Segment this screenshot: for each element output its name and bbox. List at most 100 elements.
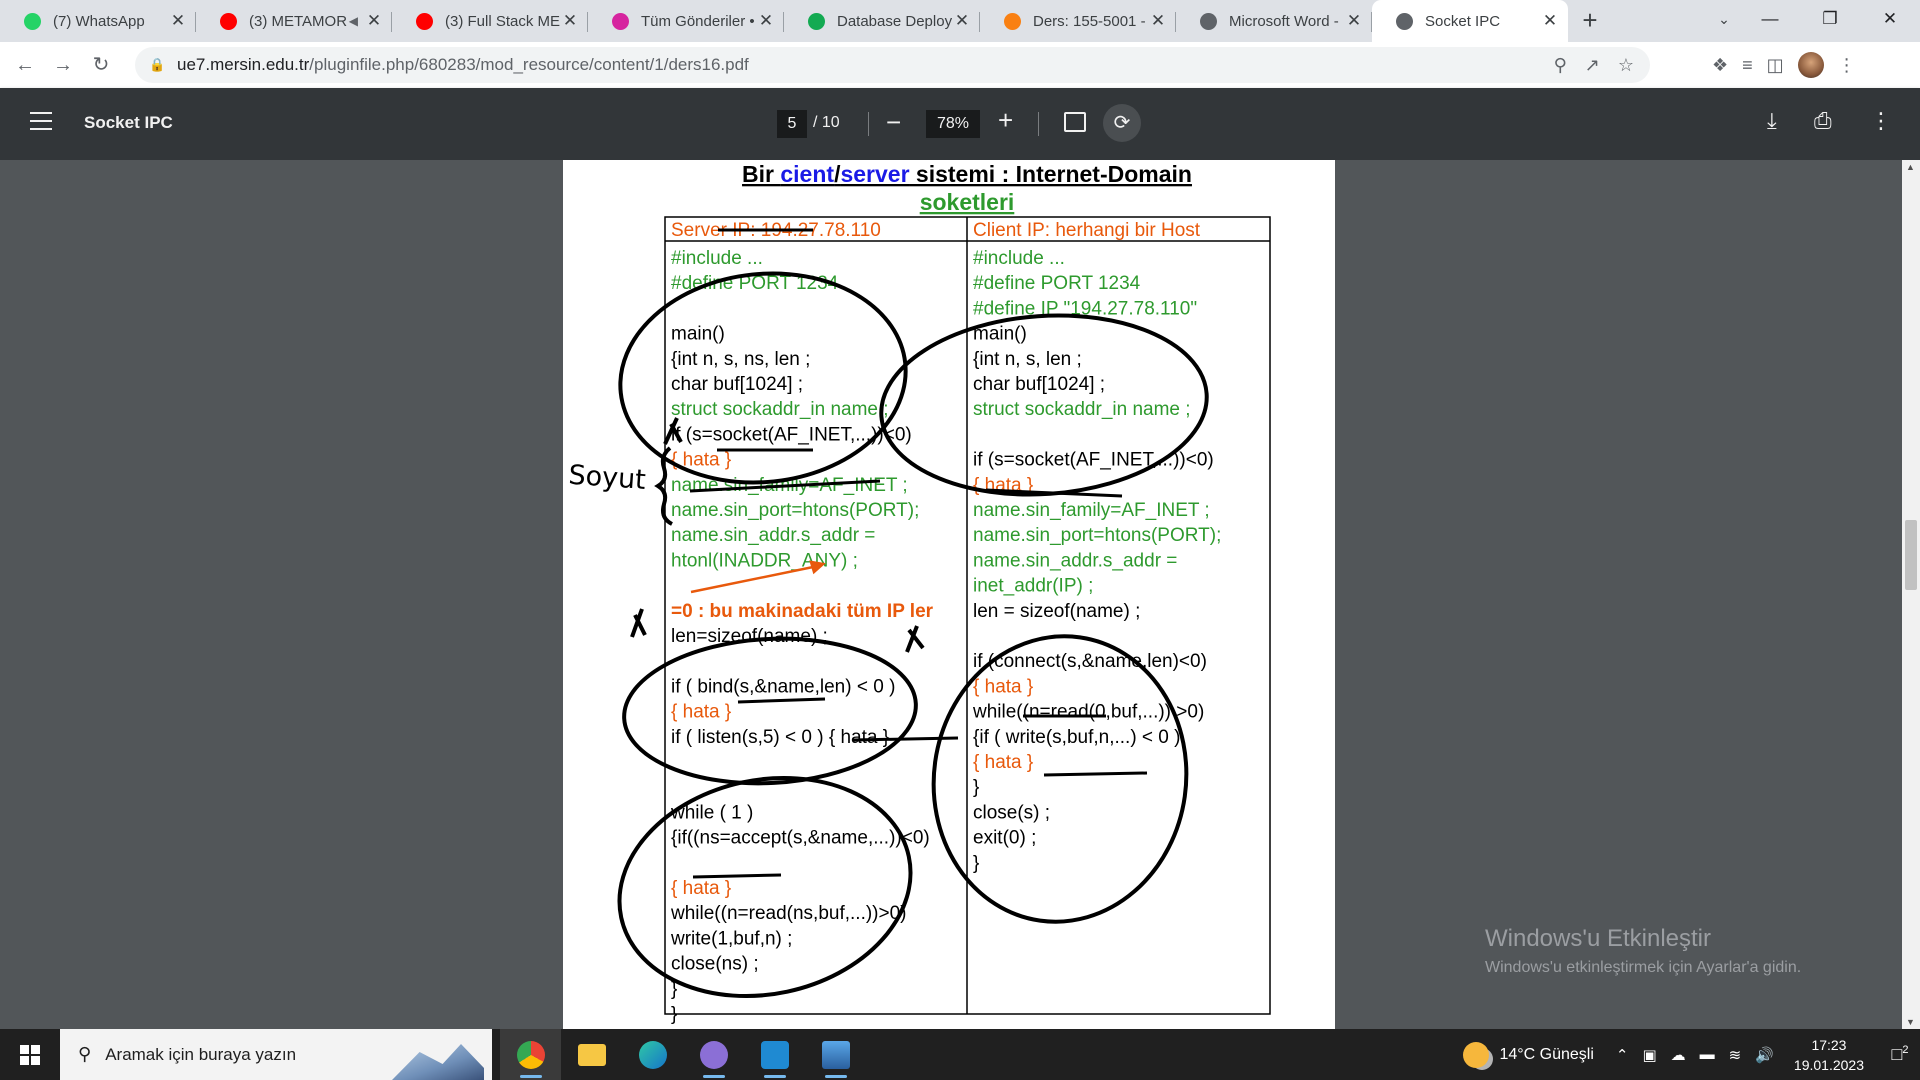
code-line: #include ... — [973, 248, 1065, 269]
chrome-menu-icon[interactable]: ⋮ — [1838, 55, 1856, 76]
meet-icon[interactable]: ▣ — [1642, 1046, 1656, 1064]
wifi-icon[interactable]: ≋ — [1729, 1046, 1742, 1064]
code-line: struct sockaddr_in name ; — [671, 399, 889, 420]
browser-tab[interactable]: Tüm Gönderiler • ✕ — [588, 0, 784, 42]
vscode-app[interactable] — [744, 1029, 805, 1080]
pdf-viewer: Bir cient/server sistemi : Internet-Doma… — [0, 160, 1920, 1029]
taskbar-search[interactable]: ⚲ Aramak için buraya yazın — [60, 1029, 492, 1080]
url-text[interactable]: ue7.mersin.edu.tr/pluginfile.php/680283/… — [177, 55, 749, 75]
edge-app[interactable] — [622, 1029, 683, 1080]
restore-icon[interactable]: ❐ — [1800, 0, 1860, 42]
share-icon[interactable]: ↗ — [1585, 55, 1600, 76]
close-tab-icon[interactable]: ✕ — [1540, 11, 1560, 31]
weather-sun-icon — [1463, 1041, 1490, 1068]
reload-icon[interactable]: ↻ — [82, 46, 120, 84]
mute-icon[interactable]: ◀ — [349, 14, 358, 28]
browser-tab[interactable]: (3) METAMOR ◀ ✕ — [196, 0, 392, 42]
code-line: name.sin_addr.s_addr = — [973, 550, 1177, 571]
menu-icon[interactable] — [30, 112, 52, 136]
code-line: char buf[1024] ; — [671, 374, 803, 395]
close-tab-icon[interactable]: ✕ — [560, 11, 580, 31]
chrome-profile-app[interactable] — [683, 1029, 744, 1080]
vertical-scrollbar[interactable]: ▲ ▼ — [1902, 160, 1920, 1029]
browser-tab[interactable]: Microsoft Word - ✕ — [1176, 0, 1372, 42]
zoom-out-icon[interactable]: − — [886, 107, 901, 138]
browser-tab[interactable]: Socket IPC ✕ — [1372, 0, 1568, 42]
forward-icon[interactable]: → — [44, 46, 82, 84]
close-tab-icon[interactable]: ✕ — [756, 11, 776, 31]
scroll-up-icon[interactable]: ▲ — [1906, 162, 1915, 172]
code-line: { hata } — [973, 676, 1033, 697]
tab-search-icon[interactable]: ⌄ — [1704, 0, 1744, 40]
address-bar[interactable]: 🔒 ue7.mersin.edu.tr/pluginfile.php/68028… — [135, 47, 1650, 83]
globe-icon — [1200, 12, 1217, 30]
battery-icon[interactable]: ▬ — [1700, 1046, 1715, 1063]
profile-avatar[interactable] — [1797, 52, 1824, 78]
close-tab-icon[interactable]: ✕ — [168, 11, 188, 31]
slide-title: Bir cient/server sistemi : Internet-Doma… — [742, 161, 1192, 187]
code-line: main() — [671, 324, 725, 345]
clock-time: 17:23 — [1811, 1036, 1847, 1053]
code-line: write(1,buf,n) ; — [670, 928, 792, 949]
close-tab-icon[interactable]: ✕ — [1148, 11, 1168, 31]
extensions-icon[interactable]: ❖ — [1712, 55, 1728, 76]
photos-app[interactable] — [805, 1029, 866, 1080]
side-panel-icon[interactable]: ◫ — [1767, 55, 1784, 76]
tab-title: Database Deploy — [837, 12, 952, 30]
code-line: char buf[1024] ; — [973, 374, 1105, 395]
scroll-down-icon[interactable]: ▼ — [1906, 1017, 1915, 1027]
close-tab-icon[interactable]: ✕ — [1344, 11, 1364, 31]
code-line: {int n, s, len ; — [973, 349, 1082, 370]
notifications-icon[interactable]: □2 — [1880, 1044, 1920, 1065]
file-explorer-app[interactable] — [561, 1029, 622, 1080]
print-icon[interactable]: ⎙ — [1814, 108, 1832, 134]
search-highlight-art — [392, 1044, 484, 1080]
browser-tab[interactable]: (7) WhatsApp ✕ — [0, 0, 196, 42]
code-line: inet_addr(IP) ; — [973, 576, 1093, 597]
browser-tab[interactable]: (3) Full Stack MER ✕ — [392, 0, 588, 42]
code-line: {int n, s, ns, len ; — [671, 349, 810, 370]
tab-title: Tüm Gönderiler • — [641, 12, 755, 30]
chrome-icon — [516, 1040, 545, 1069]
zoom-icon[interactable]: ⚲ — [1554, 55, 1567, 76]
code-line: len = sizeof(name) ; — [973, 601, 1140, 622]
start-button[interactable] — [0, 1029, 60, 1080]
windows-logo-icon — [20, 1044, 40, 1065]
reading-list-icon[interactable]: ≡ — [1742, 55, 1753, 76]
minimize-icon[interactable]: — — [1740, 0, 1800, 42]
taskbar-apps — [500, 1029, 866, 1080]
more-options-icon[interactable]: ⋮ — [1870, 108, 1892, 134]
bookmark-star-icon[interactable]: ☆ — [1618, 55, 1634, 76]
notification-count: 2 — [1902, 1044, 1909, 1056]
close-tab-icon[interactable]: ✕ — [364, 11, 384, 31]
close-window-icon[interactable]: ✕ — [1860, 0, 1920, 42]
browser-tab[interactable]: Database Deploy ✕ — [784, 0, 980, 42]
page-number-input[interactable]: 5 — [777, 110, 807, 138]
code-line: { hata } — [973, 752, 1033, 773]
download-icon[interactable]: ⤓ — [1767, 108, 1777, 134]
code-line: if ( bind(s,&name,len) < 0 ) — [671, 676, 895, 697]
chevron-up-icon[interactable]: ⌃ — [1616, 1046, 1629, 1064]
zoom-input[interactable]: 78% — [926, 110, 980, 138]
back-icon[interactable]: ← — [6, 46, 44, 84]
fit-page-icon[interactable] — [1064, 112, 1086, 132]
scroll-thumb[interactable] — [1905, 520, 1917, 590]
tab-title: Microsoft Word - — [1229, 12, 1339, 30]
code-line: struct sockaddr_in name ; — [973, 399, 1191, 420]
weather-widget[interactable]: 14°C Güneşli — [1463, 1041, 1594, 1068]
chrome-app[interactable] — [500, 1029, 561, 1080]
clock[interactable]: 17:23 19.01.2023 — [1794, 1035, 1864, 1075]
lock-icon[interactable]: 🔒 — [149, 57, 165, 73]
browser-tab[interactable]: Ders: 155-5001 - ✕ — [980, 0, 1176, 42]
slide-canvas: Bir cient/server sistemi : Internet-Doma… — [567, 161, 1271, 1025]
onedrive-icon[interactable]: ☁ — [1671, 1046, 1686, 1064]
close-tab-icon[interactable]: ✕ — [952, 11, 972, 31]
new-tab-icon[interactable]: + — [1568, 0, 1612, 42]
zoom-in-icon[interactable]: + — [998, 105, 1013, 136]
code-line: close(ns) ; — [671, 954, 759, 975]
rotate-icon[interactable]: ⟳ — [1103, 104, 1141, 142]
chrome-profile-icon — [699, 1040, 728, 1069]
volume-icon[interactable]: 🔊 — [1755, 1046, 1774, 1064]
watermark-line1: Windows'u Etkinleştir — [1485, 925, 1711, 952]
watermark-line2: Windows'u etkinleştirmek için Ayarlar'a … — [1485, 959, 1802, 976]
